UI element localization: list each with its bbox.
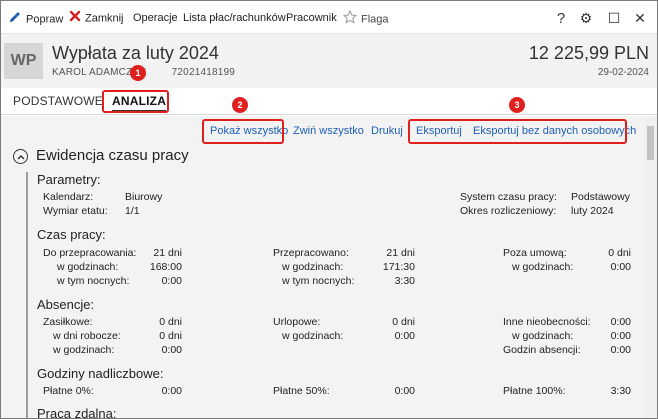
- zas-label: Zasiłkowe:: [43, 316, 93, 328]
- absencje-heading: Absencje:: [37, 297, 95, 312]
- maximize-icon[interactable]: ☐: [605, 9, 623, 27]
- przepr-noc-value: 3:30: [394, 275, 415, 287]
- highlight-box-3: [408, 119, 627, 144]
- zas-value: 0 dni: [159, 316, 182, 328]
- section-title: Ewidencja czasu pracy: [36, 147, 189, 164]
- total-amount: 12 225,99 PLN: [528, 43, 649, 63]
- do-przepr-label: Do przepracowania:: [43, 247, 137, 259]
- poza-godz-value: 0:00: [610, 261, 631, 273]
- url-label: Urlopowe:: [273, 316, 321, 328]
- w-noc-label: w tym nocnych:: [57, 275, 130, 287]
- star-icon: [342, 9, 358, 29]
- okres-label: Okres rozliczeniowy:: [460, 205, 557, 217]
- p100-value: 3:30: [610, 385, 631, 397]
- inne-godz-label: w godzinach:: [512, 330, 574, 342]
- p50-value: 0:00: [394, 385, 415, 397]
- pracownik-button[interactable]: Pracownik: [286, 10, 337, 26]
- wymiar-value: 1/1: [125, 205, 140, 217]
- zamknij-label: Zamknij: [85, 12, 124, 25]
- w-noc-value: 0:00: [161, 275, 182, 287]
- poza-godz-label: w godzinach:: [512, 261, 574, 273]
- do-przepr-value: 21 dni: [153, 247, 182, 259]
- okres-value: luty 2024: [571, 205, 614, 217]
- analysis-panel: Pokaż wszystko Zwiń wszystko Drukuj Eksp…: [1, 116, 644, 418]
- przepr-godz-label: w godzinach:: [282, 261, 344, 273]
- print-link[interactable]: Drukuj: [371, 125, 403, 137]
- zas-godz-value: 0:00: [161, 344, 182, 356]
- popraw-button[interactable]: Popraw: [8, 10, 63, 26]
- zas-godz-label: w godzinach:: [53, 344, 115, 356]
- przepr-value: 21 dni: [386, 247, 415, 259]
- godzin-absencji-value: 0:00: [610, 344, 631, 356]
- highlight-box-1: [102, 90, 169, 113]
- tab-podstawowe[interactable]: PODSTAWOWE: [13, 94, 103, 108]
- czas-heading: Czas pracy:: [37, 227, 106, 242]
- przepr-noc-label: w tym nocnych:: [282, 275, 355, 287]
- flaga-label: Flaga: [361, 13, 389, 26]
- zas-robocze-label: w dni robocze:: [53, 330, 121, 342]
- url-godz-label: w godzinach:: [282, 330, 344, 342]
- tab-bar: PODSTAWOWE ANALIZA: [1, 88, 657, 115]
- kalendarz-value: Biurowy: [125, 191, 163, 203]
- inne-value: 0:00: [610, 316, 631, 328]
- inne-godz-value: 0:00: [610, 330, 631, 342]
- godzin-absencji-label: Godzin absencji:: [503, 344, 581, 356]
- p0-value: 0:00: [161, 385, 182, 397]
- zas-robocze-value: 0 dni: [159, 330, 182, 342]
- highlight-box-2: [202, 119, 284, 144]
- inne-label: Inne nieobecności:: [503, 316, 591, 328]
- toolbar: Popraw Zamknij Operacje Lista płac/rachu…: [1, 1, 657, 33]
- pencil-icon: [8, 10, 22, 29]
- zdalna-heading: Praca zdalna:: [37, 406, 117, 418]
- przepr-godz-value: 171:30: [382, 261, 415, 273]
- popraw-label: Popraw: [26, 13, 64, 26]
- flaga-button[interactable]: Flaga: [342, 9, 389, 29]
- close-icon[interactable]: ✕: [631, 9, 649, 27]
- badge-3: 3: [509, 97, 525, 113]
- close-x-icon: [69, 10, 81, 27]
- collapse-section-icon[interactable]: [13, 149, 28, 164]
- operacje-menu[interactable]: Operacje: [133, 10, 178, 26]
- avatar: WP: [4, 43, 43, 79]
- p100-label: Płatne 100%:: [503, 385, 566, 397]
- wymiar-label: Wymiar etatu:: [43, 205, 108, 217]
- p0-label: Płatne 0%:: [43, 385, 94, 397]
- collapse-all-link[interactable]: Zwiń wszystko: [293, 125, 364, 137]
- document-header: WP Wypłata za luty 2024 KAROL ADAMCZUK 7…: [1, 33, 657, 88]
- w-godz-label: w godzinach:: [57, 261, 119, 273]
- section-guide-line: [26, 172, 28, 418]
- poza-label: Poza umową:: [503, 247, 567, 259]
- system-value: Podstawowy: [571, 191, 630, 203]
- badge-1: 1: [130, 65, 146, 81]
- p50-label: Płatne 50%:: [273, 385, 330, 397]
- poza-value: 0 dni: [608, 247, 631, 259]
- w-godz-value: 168:00: [149, 261, 182, 273]
- przepr-label: Przepracowano:: [273, 247, 349, 259]
- help-icon[interactable]: ?: [552, 9, 570, 27]
- scrollbar-thumb[interactable]: [647, 126, 654, 160]
- url-godz-value: 0:00: [394, 330, 415, 342]
- system-label: System czasu pracy:: [460, 191, 557, 203]
- badge-2: 2: [232, 97, 248, 113]
- document-date: 29-02-2024: [597, 67, 649, 78]
- nadliczbowe-heading: Godziny nadliczbowe:: [37, 366, 164, 381]
- url-value: 0 dni: [392, 316, 415, 328]
- lista-plac-button[interactable]: Lista płac/rachunków: [183, 10, 286, 26]
- page-title: Wypłata za luty 2024: [52, 43, 219, 63]
- params-heading: Parametry:: [37, 172, 101, 187]
- zamknij-button[interactable]: Zamknij: [69, 10, 124, 26]
- gear-icon[interactable]: ⚙: [577, 9, 595, 27]
- employee-id: 72021418199: [171, 67, 236, 78]
- kalendarz-label: Kalendarz:: [43, 191, 94, 203]
- vertical-scrollbar[interactable]: [644, 116, 657, 418]
